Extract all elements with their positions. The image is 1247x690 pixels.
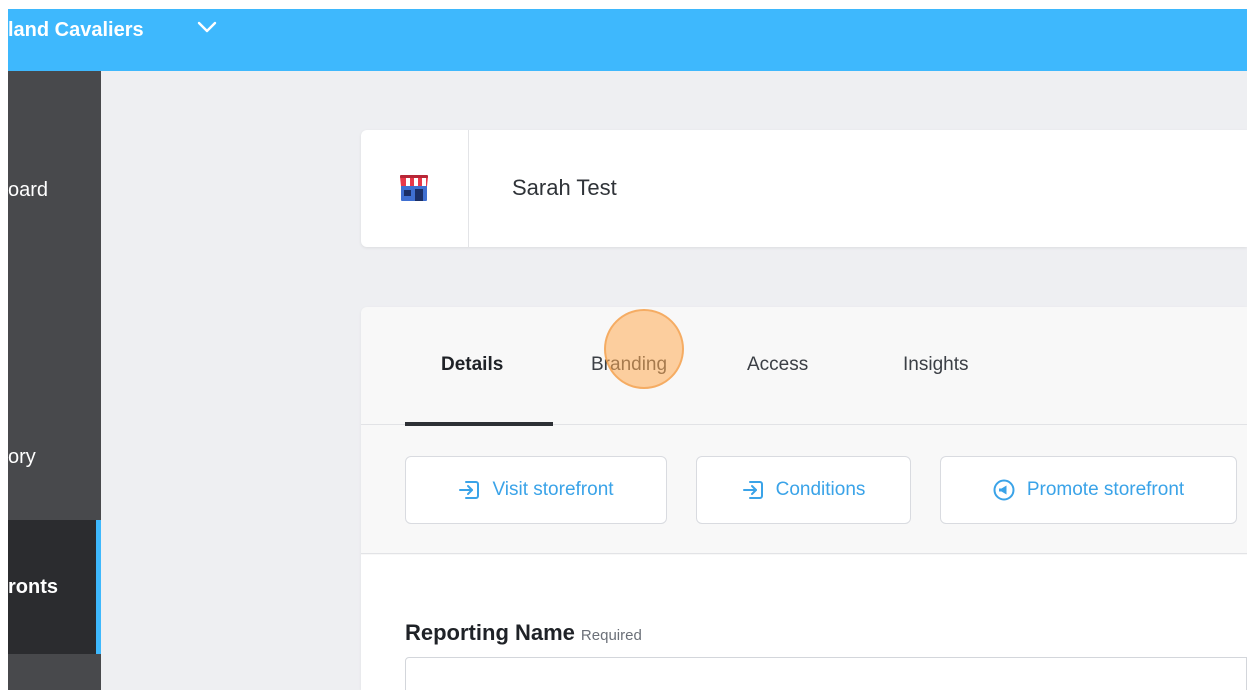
app-header	[0, 9, 1247, 71]
visit-storefront-button[interactable]: Visit storefront	[405, 456, 667, 524]
storefront-panel: Details Branding Access Insights Visit s…	[361, 307, 1247, 690]
conditions-button[interactable]: Conditions	[696, 456, 911, 524]
tab-details[interactable]: Details	[441, 347, 503, 383]
details-form: Reporting Name Required	[361, 555, 1247, 690]
enter-arrow-icon	[459, 481, 480, 499]
window-edge	[0, 0, 8, 690]
storefront-icon	[400, 175, 428, 201]
reporting-name-label: Reporting Name Required	[405, 620, 642, 646]
promote-storefront-label: Promote storefront	[1026, 479, 1185, 500]
sidebar-item-history[interactable]: ory	[8, 427, 101, 487]
promote-storefront-button[interactable]: Promote storefront	[940, 456, 1237, 524]
top-strip	[0, 0, 1247, 9]
sidebar-item-label: ronts	[8, 576, 58, 598]
storefront-header-card: Sarah Test	[361, 130, 1247, 247]
visit-storefront-label: Visit storefront	[492, 479, 614, 500]
storefront-name: Sarah Test	[512, 175, 617, 200]
enter-arrow-icon	[742, 481, 763, 499]
megaphone-icon	[993, 479, 1015, 501]
card-divider	[468, 130, 469, 247]
conditions-label: Conditions	[775, 479, 866, 500]
tab-access[interactable]: Access	[747, 347, 808, 383]
tab-branding[interactable]: Branding	[591, 347, 667, 383]
sidebar-item-label: ory	[8, 446, 36, 468]
action-bar: Visit storefront Conditions Promote stor…	[361, 426, 1247, 554]
tab-insights[interactable]: Insights	[903, 347, 968, 383]
active-indicator	[96, 520, 101, 654]
sidebar-item-storefronts[interactable]: ronts	[8, 520, 101, 654]
sidebar-item-dashboard[interactable]: oard	[8, 160, 101, 220]
chevron-down-icon[interactable]	[196, 20, 218, 34]
required-hint: Required	[580, 627, 642, 644]
sidebar-item-label: oard	[8, 179, 49, 201]
org-name[interactable]: land Cavaliers	[8, 9, 144, 51]
sidebar: oard ory ronts	[8, 71, 101, 690]
tab-bar: Details Branding Access Insights	[361, 307, 1247, 426]
reporting-name-label-text: Reporting Name	[405, 620, 575, 645]
reporting-name-input[interactable]	[405, 657, 1247, 690]
